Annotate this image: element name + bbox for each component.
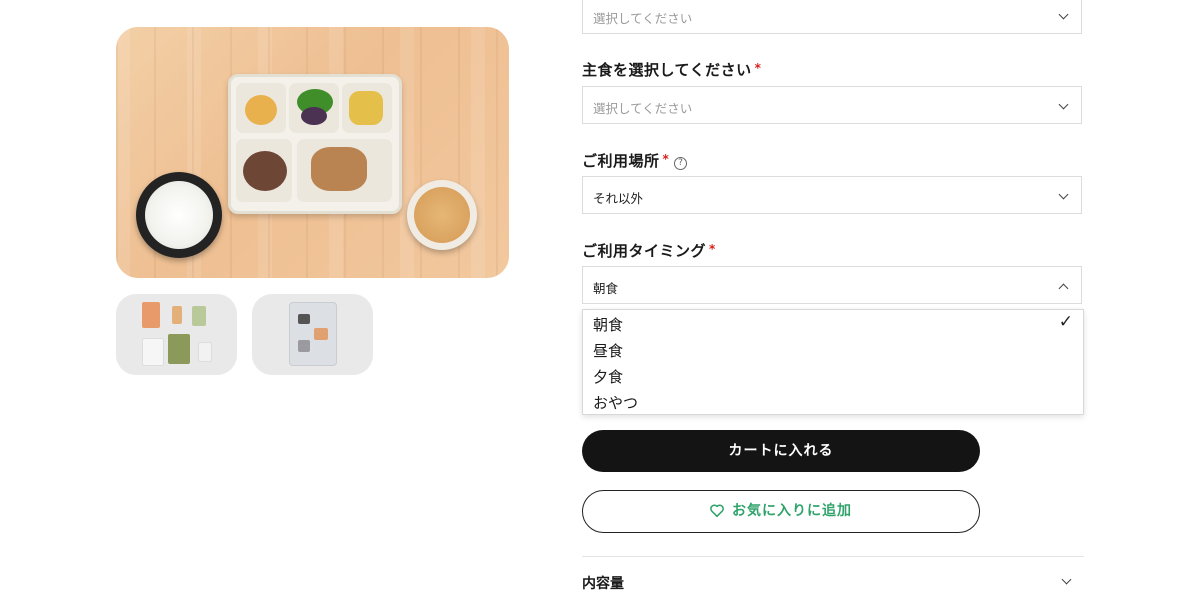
location-label: ご利用場所 *? [582,150,688,171]
potato [349,91,383,125]
required-mark: * [754,61,762,75]
check-icon: ✓ [1058,312,1073,332]
sweet-potato [301,107,327,125]
package-item [172,306,182,324]
timing-label-text: ご利用タイミング [582,242,707,260]
hamburg-steak [243,151,287,191]
dropdown-option-lunch[interactable]: 昼食 [593,340,623,361]
product-thumbnail-2[interactable] [252,294,373,375]
option-label: 夕食 [593,368,624,386]
required-mark: * [662,152,670,166]
option-select-1[interactable]: 選択してください [582,0,1082,34]
option-label: 昼食 [593,342,624,360]
miso-soup-bowl [407,180,477,250]
select-placeholder: 選択してください [593,11,693,26]
dropdown-option-dinner[interactable]: 夕食 [593,366,623,387]
package-item [192,306,206,326]
accordion-contents-label[interactable]: 内容量 [582,573,624,593]
package-item [168,334,190,364]
required-mark: * [709,242,716,256]
croquette [245,95,277,125]
select-value: 朝食 [593,281,619,296]
package-item [314,328,328,340]
chevron-down-icon [1058,99,1069,110]
divider [582,556,1084,557]
chevron-up-icon [1058,283,1069,294]
chevron-down-icon[interactable] [1061,574,1072,585]
package-item [142,338,164,366]
package-item [298,340,310,352]
timing-select[interactable]: 朝食 [582,266,1082,304]
location-select[interactable]: それ以外 [582,176,1082,214]
staple-select[interactable]: 選択してください [582,86,1082,124]
heart-icon [710,504,724,518]
package-item [298,314,310,324]
package-item [198,342,212,362]
staple-label-text: 主食を選択してください [582,61,752,79]
rice [145,181,213,249]
add-to-cart-button[interactable]: カートに入れる [582,430,980,472]
add-favorite-label: お気に入りに追加 [732,503,852,519]
timing-dropdown-menu: 朝食 ✓ 昼食 夕食 おやつ [582,309,1084,415]
miso-soup [414,187,470,243]
option-label: おやつ [593,394,639,412]
product-thumbnail-1[interactable] [116,294,237,375]
dropdown-option-breakfast[interactable]: 朝食 ✓ [593,312,1073,335]
add-favorite-button[interactable]: お気に入りに追加 [582,490,980,533]
select-placeholder: 選択してください [593,101,693,116]
fried-chicken [311,147,367,191]
option-label: 朝食 [593,316,624,334]
package-bag [289,302,337,366]
help-circle-icon[interactable]: ? [674,157,688,170]
location-label-text: ご利用場所 [582,152,660,170]
chevron-down-icon [1058,9,1069,20]
meal-tray [228,74,402,214]
package-item [142,302,160,328]
chevron-down-icon [1058,189,1069,200]
timing-label: ご利用タイミング * [582,240,716,261]
rice-bowl [136,172,222,258]
product-main-image[interactable] [116,27,509,278]
staple-label: 主食を選択してください * [582,59,761,80]
dropdown-option-snack[interactable]: おやつ [593,392,638,413]
select-value: それ以外 [593,191,644,206]
